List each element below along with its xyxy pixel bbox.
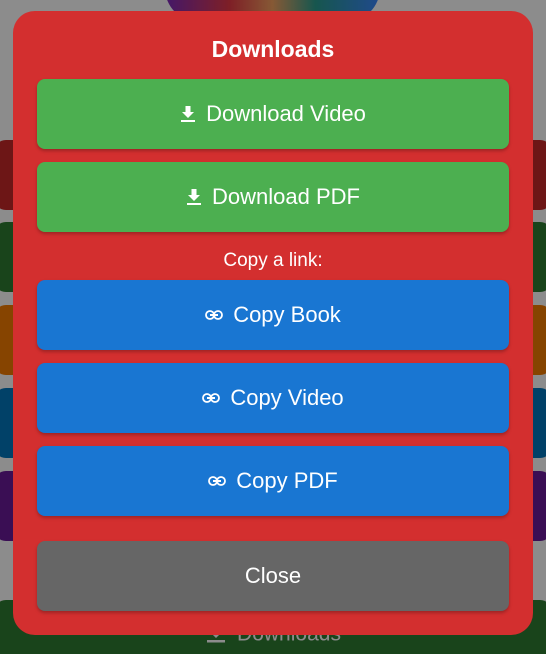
link-icon [208, 476, 227, 486]
copy-pdf-button[interactable]: Copy PDF [37, 446, 509, 516]
copy-pdf-label: Copy PDF [236, 468, 338, 493]
copy-book-button[interactable]: Copy Book [37, 280, 509, 350]
link-icon [202, 393, 221, 403]
copy-video-button[interactable]: Copy Video [37, 363, 509, 433]
download-icon [186, 188, 202, 206]
download-video-button[interactable]: Download Video [37, 79, 509, 149]
link-icon [205, 310, 224, 320]
copy-video-label: Copy Video [230, 385, 344, 410]
download-icon [180, 105, 196, 123]
copy-section-label: Copy a link: [223, 250, 323, 271]
close-button[interactable]: Close [37, 541, 509, 611]
close-label: Close [244, 563, 302, 588]
download-pdf-button[interactable]: Download PDF [37, 162, 509, 232]
downloads-modal: Downloads Download Video Download PDF Co… [13, 11, 533, 635]
modal-title: Downloads [211, 36, 335, 62]
download-video-label: Download Video [206, 101, 366, 126]
copy-book-label: Copy Book [233, 302, 341, 327]
download-pdf-label: Download PDF [212, 184, 360, 209]
